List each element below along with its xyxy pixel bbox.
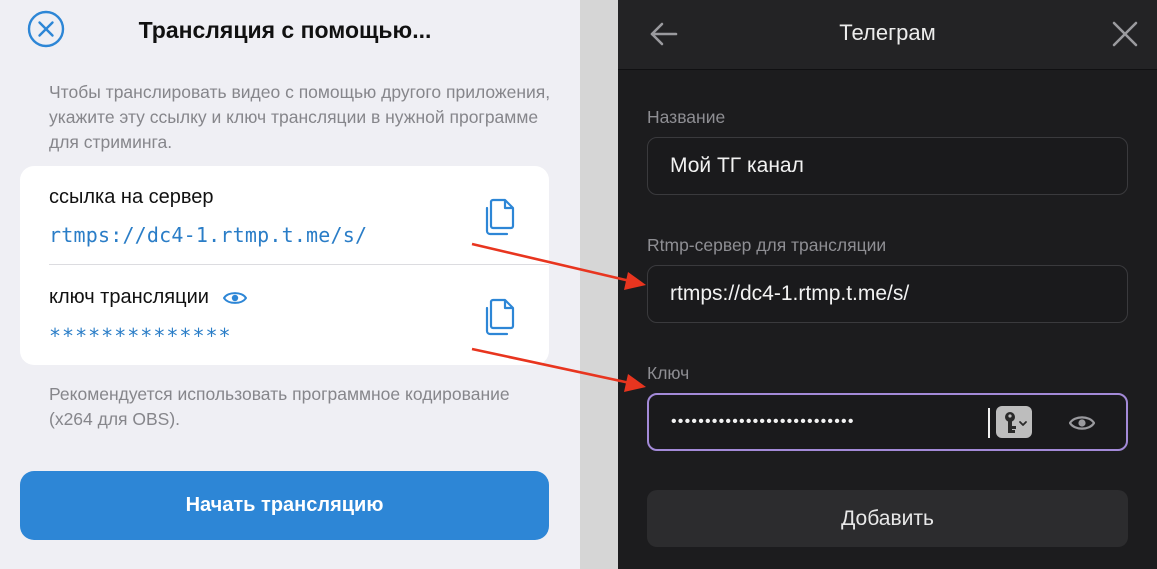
dialog-title: Телеграм	[839, 20, 936, 45]
name-input[interactable]: Мой ТГ канал	[647, 137, 1128, 195]
dialog-header: Телеграм	[618, 0, 1157, 70]
stream-key-label: ключ трансляции	[49, 286, 247, 309]
server-url-label: ссылка на сервер	[49, 186, 214, 208]
server-input[interactable]: rtmps://dc4-1.rtmp.t.me/s/	[647, 265, 1128, 323]
page-title: Трансляция с помощью...	[138, 17, 432, 43]
stream-key-value[interactable]: **************	[49, 324, 232, 348]
name-label: Название	[647, 107, 726, 127]
text-cursor	[988, 408, 990, 438]
key-input[interactable]: •••••••••••••••••••••••••••	[647, 393, 1128, 451]
key-input-value: •••••••••••••••••••••••••••	[671, 413, 855, 430]
keychain-icon[interactable]	[996, 406, 1032, 438]
copy-icon[interactable]	[482, 196, 518, 236]
encoding-hint: Рекомендуется использовать программное к…	[49, 384, 510, 429]
eye-icon[interactable]	[1069, 414, 1095, 432]
start-broadcast-button[interactable]: Начать трансляцию	[20, 471, 549, 540]
eye-icon[interactable]	[222, 290, 247, 306]
server-url-value[interactable]: rtmps://dc4-1.rtmp.t.me/s/	[49, 223, 367, 247]
key-label: Ключ	[647, 363, 690, 383]
close-icon[interactable]	[1110, 19, 1140, 49]
broadcast-settings-panel: Трансляция с помощью... Чтобы транслиров…	[0, 0, 580, 569]
server-label: Rtmp-сервер для трансляции	[647, 235, 887, 255]
instructions-text: Чтобы транслировать видео с помощью друг…	[49, 82, 551, 152]
stream-credentials-card: ссылка на сервер rtmps://dc4-1.rtmp.t.me…	[20, 166, 549, 365]
card-divider	[49, 264, 549, 265]
add-stream-dialog: Телеграм Название Мой ТГ канал Rtmp-серв…	[618, 0, 1157, 569]
copy-icon[interactable]	[482, 296, 518, 336]
panel-separator	[580, 0, 618, 569]
add-button[interactable]: Добавить	[647, 490, 1128, 547]
